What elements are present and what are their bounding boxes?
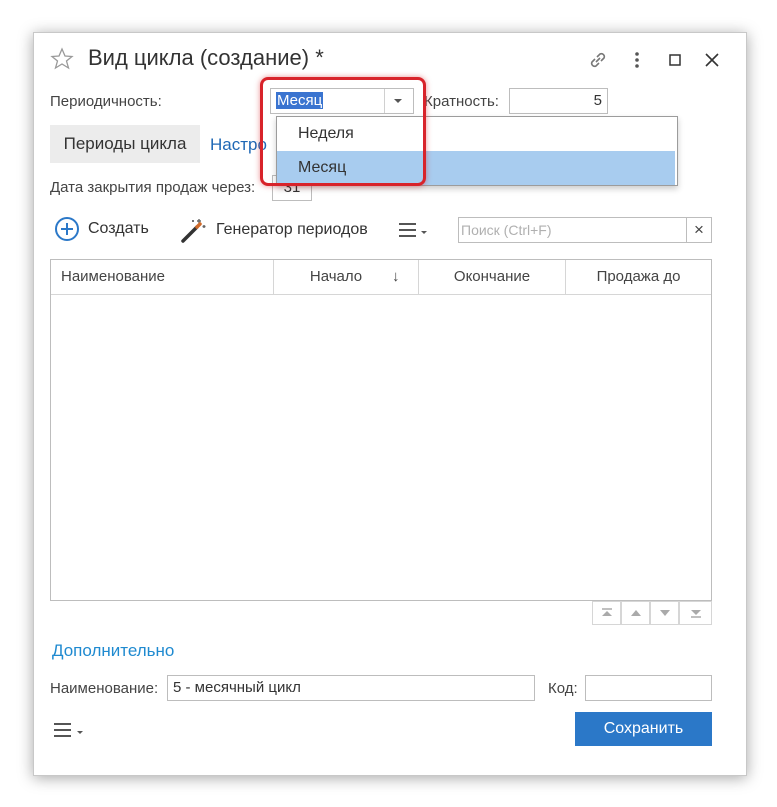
- column-name[interactable]: Наименование: [51, 260, 274, 294]
- tab-cycle-periods[interactable]: Периоды цикла: [50, 125, 200, 163]
- periods-table[interactable]: Наименование Начало ↓ Окончание Продажа …: [50, 259, 712, 601]
- more-link[interactable]: Дополнительно: [52, 641, 174, 661]
- menu-icon[interactable]: [52, 720, 86, 740]
- name-input[interactable]: 5 - месячный цикл: [167, 675, 535, 701]
- plus-circle-icon: [55, 217, 79, 241]
- arrow-down-icon: [659, 610, 670, 616]
- more-actions-button[interactable]: [397, 220, 429, 240]
- maximize-icon[interactable]: [664, 49, 686, 71]
- column-start[interactable]: Начало ↓: [274, 260, 419, 294]
- close-icon[interactable]: [701, 49, 723, 71]
- more-vertical-icon[interactable]: [626, 49, 648, 71]
- column-sale-until[interactable]: Продажа до: [566, 260, 711, 294]
- period-generator-label: Генератор периодов: [216, 221, 368, 238]
- magic-wand-icon: [181, 219, 206, 243]
- link-icon[interactable]: [587, 49, 609, 71]
- move-down-button[interactable]: [650, 601, 679, 625]
- column-start-label: Начало: [309, 268, 363, 285]
- move-up-button[interactable]: [621, 601, 650, 625]
- close-sales-label: Дата закрытия продаж через:: [50, 179, 256, 196]
- move-bottom-icon: [690, 610, 701, 618]
- code-input[interactable]: [585, 675, 712, 701]
- create-button-label: Создать: [88, 220, 149, 237]
- search-input[interactable]: Поиск (Ctrl+F): [458, 217, 687, 243]
- move-first-button[interactable]: [592, 601, 621, 625]
- periodicity-label: Периодичность:: [50, 93, 162, 110]
- save-button[interactable]: Сохранить: [575, 712, 712, 746]
- create-button[interactable]: Создать: [54, 216, 149, 242]
- arrow-up-icon: [630, 610, 641, 616]
- sort-down-icon: ↓: [392, 268, 400, 285]
- search-clear-button[interactable]: ×: [686, 217, 712, 243]
- table-header: Наименование Начало ↓ Окончание Продажа …: [51, 260, 711, 295]
- code-label: Код:: [548, 680, 578, 697]
- move-top-icon: [601, 608, 612, 616]
- star-icon[interactable]: [50, 47, 74, 71]
- name-label: Наименование:: [50, 680, 159, 697]
- multiplicity-label: Кратность:: [424, 93, 499, 110]
- highlight-frame: [260, 77, 426, 186]
- period-generator-button[interactable]: Генератор периодов: [180, 216, 368, 244]
- column-end[interactable]: Окончание: [419, 260, 566, 294]
- move-last-button[interactable]: [679, 601, 712, 625]
- window-title: Вид цикла (создание) *: [88, 45, 324, 70]
- multiplicity-input[interactable]: 5: [509, 88, 608, 114]
- menu-icon: [399, 223, 427, 237]
